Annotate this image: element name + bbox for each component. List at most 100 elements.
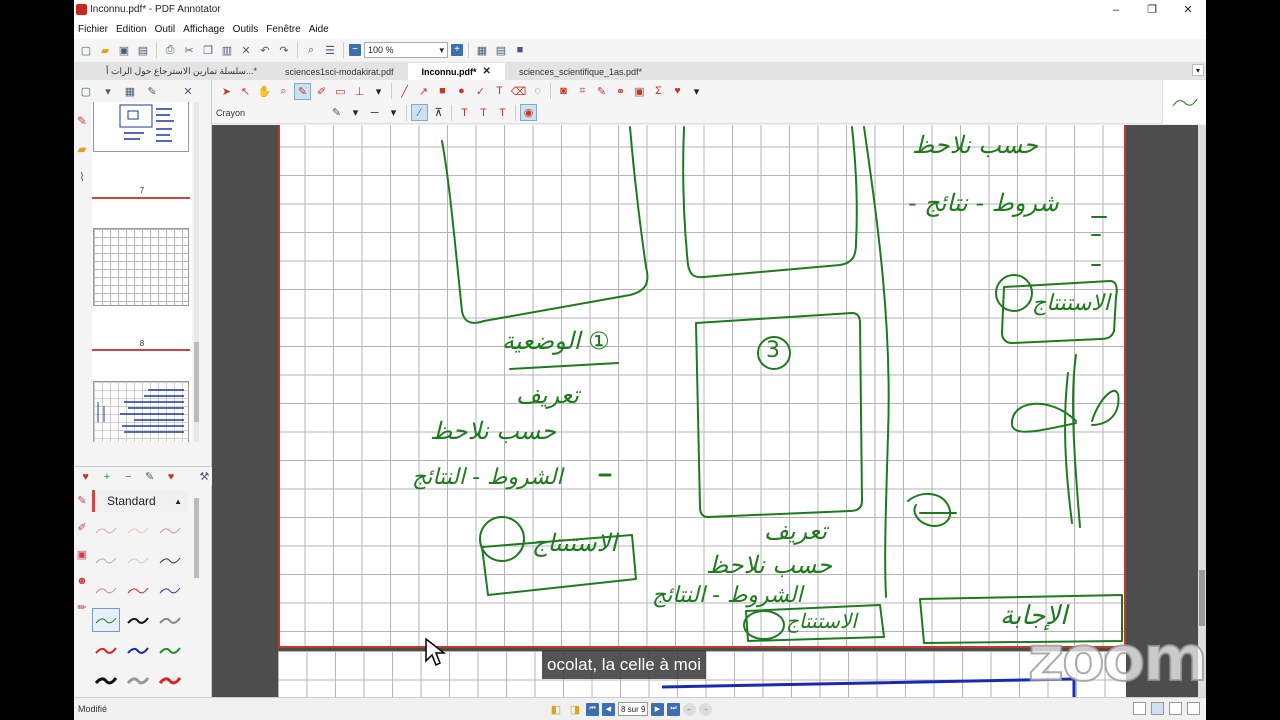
text-tool-icon[interactable]: T	[491, 83, 508, 100]
continuous-view-button[interactable]	[1151, 702, 1164, 715]
menu-affichage[interactable]: Affichage	[183, 24, 225, 35]
straighten-stroke-icon[interactable]: ⊼	[430, 104, 447, 121]
zoom-select[interactable]: 100 % ▾	[364, 42, 448, 58]
close-panel-icon[interactable]: ✕	[180, 83, 196, 99]
delete-icon[interactable]: ✕	[238, 42, 254, 58]
favorite-heart-icon[interactable]: ♥	[78, 469, 93, 485]
menu-edition[interactable]: Edition	[116, 24, 147, 35]
menu-fenetre[interactable]: Fenêtre	[266, 24, 300, 35]
document-scrollbar[interactable]	[1198, 125, 1206, 697]
hand-pan-icon[interactable]: ✋	[256, 83, 273, 100]
previous-page-button[interactable]: ◀	[602, 702, 615, 716]
pen-tool-icon[interactable]: ✎	[294, 82, 311, 100]
menu-outil[interactable]: Outil	[155, 24, 176, 35]
arrow-tool-icon[interactable]: ↗	[415, 83, 432, 100]
pen-preset[interactable]	[92, 668, 120, 692]
bookmark-back-icon[interactable]: ◧	[548, 701, 564, 717]
pressure-sensitivity-icon[interactable]: ◉	[520, 104, 537, 121]
cut-icon[interactable]: ✂	[181, 42, 197, 58]
save-as-icon[interactable]: ▤	[135, 42, 151, 58]
add-icon[interactable]: +	[99, 469, 114, 485]
first-page-button[interactable]: ⏮	[586, 702, 599, 716]
paste-icon[interactable]: ▥	[219, 42, 235, 58]
history-forward-icon[interactable]: →	[699, 702, 712, 716]
minimize-button[interactable]: –	[1098, 0, 1134, 19]
stamp-tool-icon[interactable]: ⊥	[351, 83, 368, 100]
two-page-continuous-view-button[interactable]	[1187, 702, 1200, 715]
thumbnail-page-7[interactable]	[93, 228, 189, 306]
text-color-icon[interactable]: T	[475, 104, 492, 121]
camera-tool-icon[interactable]: ◙	[555, 83, 572, 100]
line-tool-icon[interactable]: ╱	[396, 83, 413, 100]
tab-list-button[interactable]: ▾	[1192, 64, 1204, 76]
pen-preset[interactable]	[124, 518, 152, 542]
pen-preset[interactable]	[156, 638, 184, 662]
smooth-stroke-icon[interactable]: ∕	[411, 104, 428, 121]
print-icon[interactable]: ⎙	[162, 42, 178, 58]
chevron-down-icon[interactable]: ▾	[688, 83, 705, 100]
last-page-button[interactable]: ⏭	[667, 702, 680, 716]
thumbnail-scrollbar[interactable]	[194, 102, 199, 442]
image-tool-icon[interactable]: ▣	[631, 83, 648, 100]
menu-aide[interactable]: Aide	[309, 24, 329, 35]
page-number-field[interactable]: 8 sur 9	[618, 702, 648, 716]
text-strike-icon[interactable]: T	[494, 104, 511, 121]
favorites-heart-icon[interactable]: ♥	[669, 83, 686, 100]
pen-preset-selected[interactable]	[92, 608, 120, 632]
edit-pen-icon[interactable]: ✎	[142, 469, 157, 485]
chevron-down-icon[interactable]: ▾	[347, 104, 364, 121]
view-grid-icon[interactable]: ▦	[122, 83, 138, 99]
pen-preset[interactable]	[156, 668, 184, 692]
next-page-button[interactable]: ▶	[651, 702, 664, 716]
select-arrow-icon[interactable]: ➤	[218, 83, 235, 100]
stamp-category-icon[interactable]: ▣	[77, 548, 87, 561]
pen-preset[interactable]	[92, 518, 120, 542]
pen-preset[interactable]	[124, 608, 152, 632]
tab-close-icon[interactable]: ✕	[483, 66, 491, 77]
page-icon[interactable]: ▢	[78, 83, 94, 99]
highlighter-tool-icon[interactable]: ✐	[313, 83, 330, 100]
outline-icon[interactable]: ☰	[322, 42, 338, 58]
pen-tab-icon[interactable]: ✎	[77, 114, 87, 128]
fit-width-icon[interactable]: ▤	[493, 42, 509, 58]
chevron-down-icon[interactable]: ▾	[370, 83, 387, 100]
chevron-down-icon[interactable]: ▾	[385, 104, 402, 121]
pen-preset[interactable]	[156, 548, 184, 572]
pen-preset[interactable]	[124, 638, 152, 662]
tab-inconnu[interactable]: Inconnu.pdf* ✕	[407, 63, 505, 80]
attachment-tab-icon[interactable]: ⌇	[79, 170, 85, 184]
pen-preset[interactable]	[92, 638, 120, 662]
scrollbar-thumb[interactable]	[1199, 570, 1205, 626]
pen-preset[interactable]	[156, 578, 184, 602]
maximize-button[interactable]: ❐	[1134, 0, 1170, 19]
menu-outils[interactable]: Outils	[233, 24, 259, 35]
bookmark-forward-icon[interactable]: ◨	[567, 701, 583, 717]
scrollbar-thumb[interactable]	[194, 342, 199, 422]
highlighter-category-icon[interactable]: ✐	[77, 521, 86, 534]
fit-page-icon[interactable]: ▦	[474, 42, 490, 58]
sum-tool-icon[interactable]: Σ	[650, 83, 667, 100]
thumbnail-page-6[interactable]	[93, 102, 189, 152]
find-icon[interactable]: ⌕	[303, 42, 319, 58]
two-page-view-button[interactable]	[1169, 702, 1182, 715]
eraser-tool-icon[interactable]: ⌫	[510, 83, 527, 100]
page-options-icon[interactable]: ▾	[100, 83, 116, 99]
pen-preset[interactable]	[124, 548, 152, 572]
pen-preset[interactable]	[92, 578, 120, 602]
heart-menu-icon[interactable]: ♥	[163, 469, 178, 485]
history-back-icon[interactable]: ←	[683, 702, 696, 716]
text-box-tool-icon[interactable]: ▭	[332, 83, 349, 100]
lasso-tool-icon[interactable]: ◌	[529, 83, 546, 100]
crop-tool-icon[interactable]: ⌗	[574, 83, 591, 100]
checkmark-tool-icon[interactable]: ✓	[472, 83, 489, 100]
wrench-icon[interactable]: ✎	[144, 83, 160, 99]
tab-sciences1sci[interactable]: sciences1sci-modakirat.pdf	[271, 63, 408, 80]
collapse-icon[interactable]: ▲	[174, 497, 182, 506]
tab-arabic-doc[interactable]: سلسلة تمارين الاسترجاع حول الرات أ...*	[92, 63, 271, 80]
document-view[interactable]: حسب نلاحظ - شروط - نتائج الاستنتاج الوضع…	[212, 125, 1206, 697]
zoom-out-button[interactable]: −	[349, 44, 361, 56]
pen-preset[interactable]	[124, 578, 152, 602]
close-button[interactable]: ✕	[1170, 0, 1206, 19]
undo-icon[interactable]: ↶	[257, 42, 273, 58]
menu-fichier[interactable]: Fichier	[78, 24, 108, 35]
